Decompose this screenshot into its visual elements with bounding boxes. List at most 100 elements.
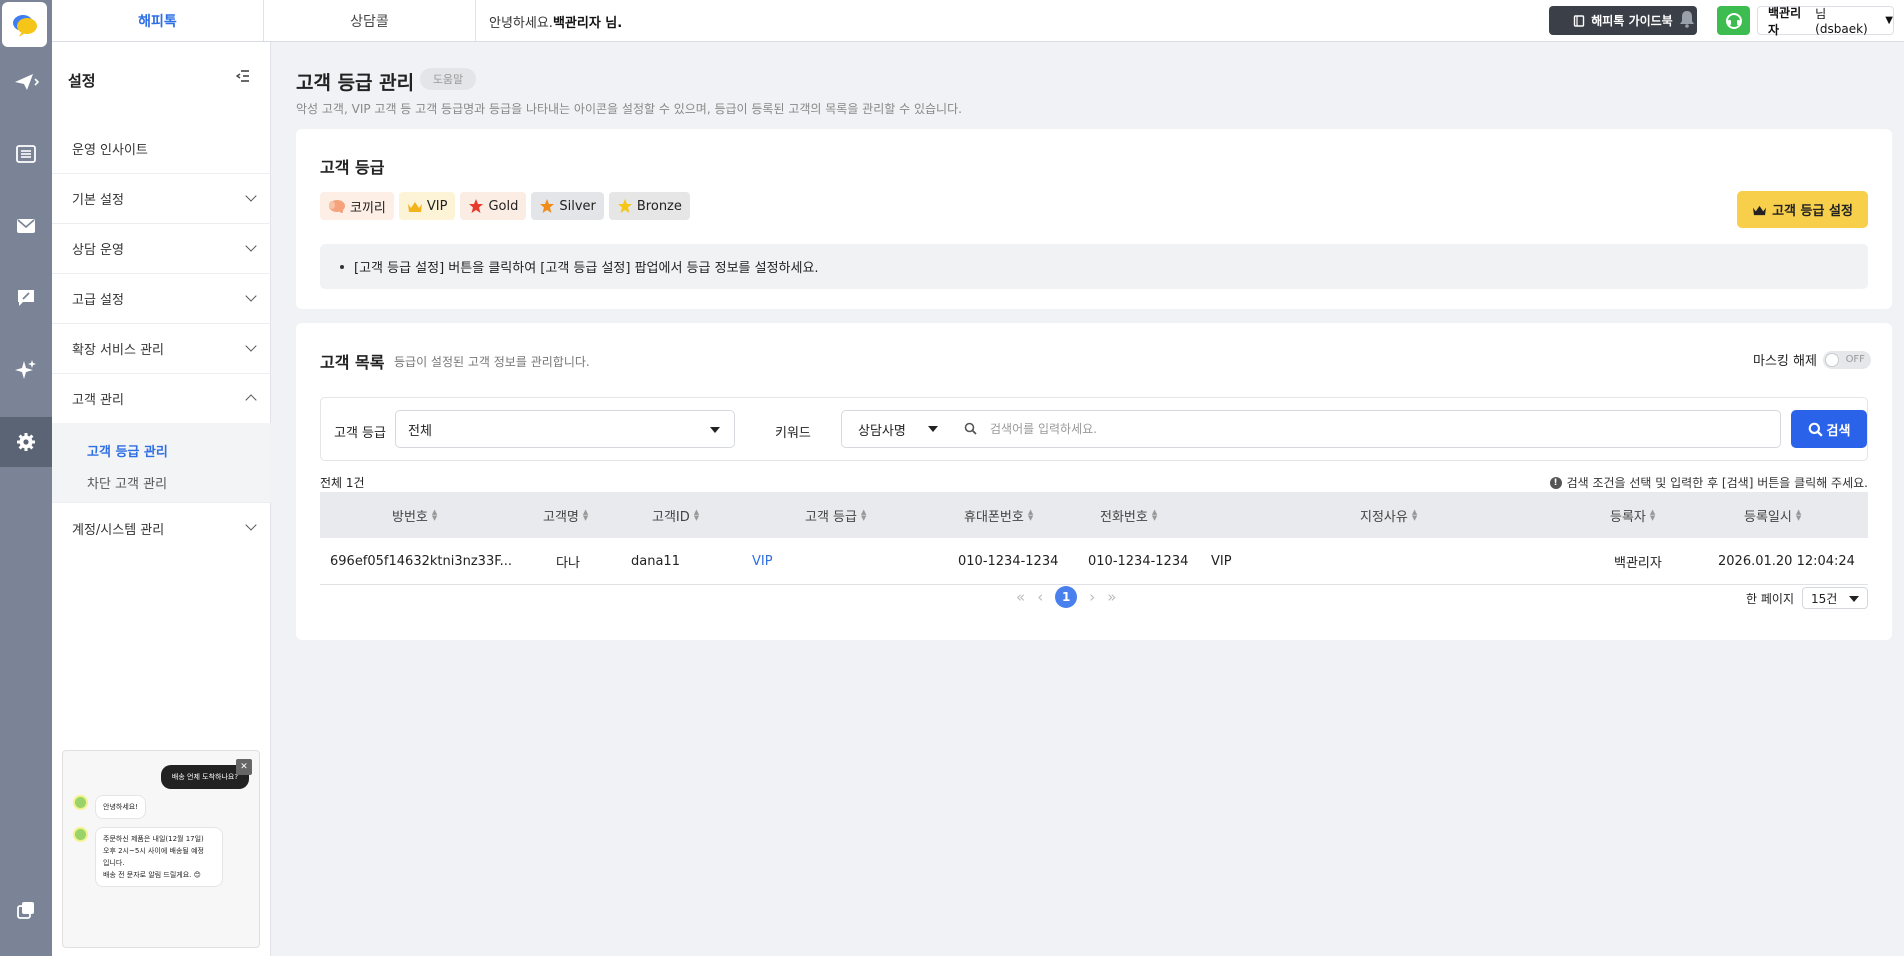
user-id: 님(dsbaek) [1815, 7, 1868, 36]
search-input[interactable] [990, 417, 1760, 441]
avatar [73, 795, 88, 810]
page-title: 고객 등급 관리 [296, 72, 415, 94]
close-icon[interactable]: ✕ [236, 759, 252, 775]
star-icon [540, 199, 555, 213]
column-header-room[interactable]: 방번호 ▲ ▼ [392, 492, 437, 538]
per-page-control: 한 페이지 15건 [1746, 587, 1868, 609]
column-label: 고객명 [543, 509, 579, 525]
column-header-reason[interactable]: 지정사유 ▲ ▼ [1360, 492, 1417, 538]
list-icon[interactable] [0, 129, 52, 179]
sidebar-item-extensions[interactable]: 확장 서비스 관리 [52, 324, 271, 374]
sidebar-item-basic-settings[interactable]: 기본 설정 [52, 174, 271, 224]
copy-icon[interactable] [0, 885, 52, 935]
search-hint: ! 검색 조건을 선택 및 입력한 후 [검색] 버튼을 클릭해 주세요. [1549, 474, 1868, 491]
chevron-down-icon [1849, 596, 1859, 602]
elephant-icon [329, 200, 345, 213]
sidebar-subitem-blocked[interactable]: 차단 고객 관리 [87, 473, 167, 492]
grade-card-title: 고객 등급 [320, 158, 385, 177]
search-button[interactable]: 검색 [1791, 410, 1867, 448]
grade-settings-button[interactable]: 고객 등급 설정 [1737, 191, 1868, 228]
help-badge[interactable]: 도움말 [420, 68, 476, 90]
gear-icon[interactable] [0, 417, 52, 467]
keyword-type-value: 상담사명 [858, 423, 906, 439]
guide-book-button[interactable]: 해피톡 가이드북 [1549, 6, 1697, 35]
per-page-select[interactable]: 15건 [1802, 587, 1868, 609]
keyword-type-select[interactable]: 상담사명 [842, 411, 952, 447]
grade-select[interactable]: 전체 [395, 410, 735, 448]
mail-icon[interactable] [0, 201, 52, 251]
sort-icon: ▲ ▼ [860, 508, 867, 522]
sidebar-item-label: 상담 운영 [72, 243, 124, 258]
customer-table: 방번호 ▲ ▼ 고객명 ▲ ▼ 고객ID ▲ ▼ 고객 등급 ▲ ▼ 휴대폰번호 ▲ ▼ 전화번호 ▲… [320, 492, 1868, 585]
collapse-sidebar-icon[interactable] [235, 70, 250, 86]
grade-chip: VIP [398, 192, 456, 220]
pagination: « ‹ 1 › » [1016, 586, 1116, 608]
bot-message-line: 입니다. [103, 859, 125, 867]
keyword-label: 키워드 [775, 426, 811, 441]
column-header-mobile[interactable]: 휴대폰번호 ▲ ▼ [964, 492, 1033, 538]
info-icon: ! [1549, 476, 1562, 489]
sidebar-subitem-grade[interactable]: 고객 등급 관리 [87, 441, 168, 460]
grade-chip: Gold [460, 192, 527, 220]
top-bar: 해피톡 상담콜 안녕하세요.백관리자 님. 해피톡 가이드북 백관리자 님(dsb… [52, 0, 1904, 42]
greeting: 안녕하세요.백관리자 님. [489, 12, 622, 31]
sidebar-title: 설정 [68, 72, 96, 90]
grade-filter-label: 고객 등급 [334, 426, 386, 441]
bot-greeting: 안녕하세요! [95, 795, 147, 819]
crown-icon [1753, 205, 1767, 215]
grade-notice-text: [고객 등급 설정] 버튼을 클릭하여 [고객 등급 설정] 팝업에서 등급 정… [354, 261, 819, 276]
column-header-name[interactable]: 고객명 ▲ ▼ [543, 492, 588, 538]
chat-logo-icon[interactable] [2, 2, 47, 47]
grade-chip-label: Silver [559, 198, 596, 214]
cell-room: 696ef05f14632ktni3nz33F... [330, 554, 512, 569]
cell-phone: 010-1234-1234 [1088, 554, 1189, 569]
page-number-current[interactable]: 1 [1055, 586, 1078, 608]
sidebar-item-insight[interactable]: 운영 인사이트 [52, 124, 271, 174]
sidebar-item-label: 고객 관리 [72, 393, 124, 408]
chevron-up-icon [245, 394, 257, 406]
tab-counsel-call[interactable]: 상담콜 [264, 0, 476, 41]
send-icon[interactable] [0, 57, 52, 107]
sidebar-item-account-system[interactable]: 계정/시스템 관리 [52, 503, 271, 553]
chevron-down-icon [710, 427, 720, 433]
sidebar-item-advanced[interactable]: 고급 설정 [52, 274, 271, 324]
sidebar-item-label: 운영 인사이트 [72, 143, 148, 158]
chevron-down-icon [245, 340, 257, 352]
sidebar-item-customer-mgmt[interactable]: 고객 관리 [52, 374, 271, 424]
chat-preview: 배송 언제 도착하나요? ✕ 안녕하세요! 주문하신 제품은 내일(12월 17… [62, 750, 260, 948]
cell-grade[interactable]: VIP [752, 538, 773, 585]
column-header-registrar[interactable]: 등록자 ▲ ▼ [1610, 492, 1655, 538]
chevron-down-icon [245, 190, 257, 202]
edit-chat-icon[interactable] [0, 273, 52, 323]
column-label: 등록자 [1610, 509, 1646, 525]
headset-icon[interactable] [1717, 6, 1750, 35]
next-page-icon[interactable]: › [1089, 588, 1095, 606]
column-label: 고객ID [652, 509, 690, 525]
masking-toggle[interactable]: OFF [1822, 350, 1871, 369]
sparkle-icon[interactable] [0, 345, 52, 395]
search-hint-text: 검색 조건을 선택 및 입력한 후 [검색] 버튼을 클릭해 주세요. [1566, 476, 1868, 490]
sidebar-item-counsel-ops[interactable]: 상담 운영 [52, 224, 271, 274]
grade-chip: 코끼리 [320, 192, 394, 220]
sort-icon: ▲ ▼ [693, 508, 700, 522]
chevron-down-icon: ▼ [1885, 15, 1893, 26]
last-page-icon[interactable]: » [1107, 588, 1116, 606]
user-menu[interactable]: 백관리자 님(dsbaek) ▼ [1757, 6, 1894, 37]
sort-icon: ▲ ▼ [1411, 508, 1418, 522]
greeting-name: 백관리자 님. [552, 16, 623, 31]
column-header-phone[interactable]: 전화번호 ▲ ▼ [1100, 492, 1157, 538]
cell-registrar: 백관리자 [1614, 556, 1662, 571]
bell-icon[interactable] [1679, 10, 1695, 32]
column-label: 고객 등급 [805, 509, 857, 525]
tab-happytalk[interactable]: 해피톡 [52, 0, 264, 41]
column-header-id[interactable]: 고객ID ▲ ▼ [652, 492, 699, 538]
prev-page-icon[interactable]: ‹ [1037, 588, 1043, 606]
column-header-grade[interactable]: 고객 등급 ▲ ▼ [805, 492, 866, 538]
grade-chip: Silver [531, 192, 604, 220]
column-header-date[interactable]: 등록일시 ▲ ▼ [1744, 492, 1801, 538]
bot-message-line: 오후 2시~5시 사이에 배송될 예정 [103, 847, 204, 855]
table-row[interactable]: 696ef05f14632ktni3nz33F... 다나 dana11 VIP… [320, 538, 1868, 585]
bullet [340, 264, 344, 269]
first-page-icon[interactable]: « [1016, 588, 1025, 606]
cell-date: 2026.01.20 12:04:24 [1718, 554, 1855, 569]
